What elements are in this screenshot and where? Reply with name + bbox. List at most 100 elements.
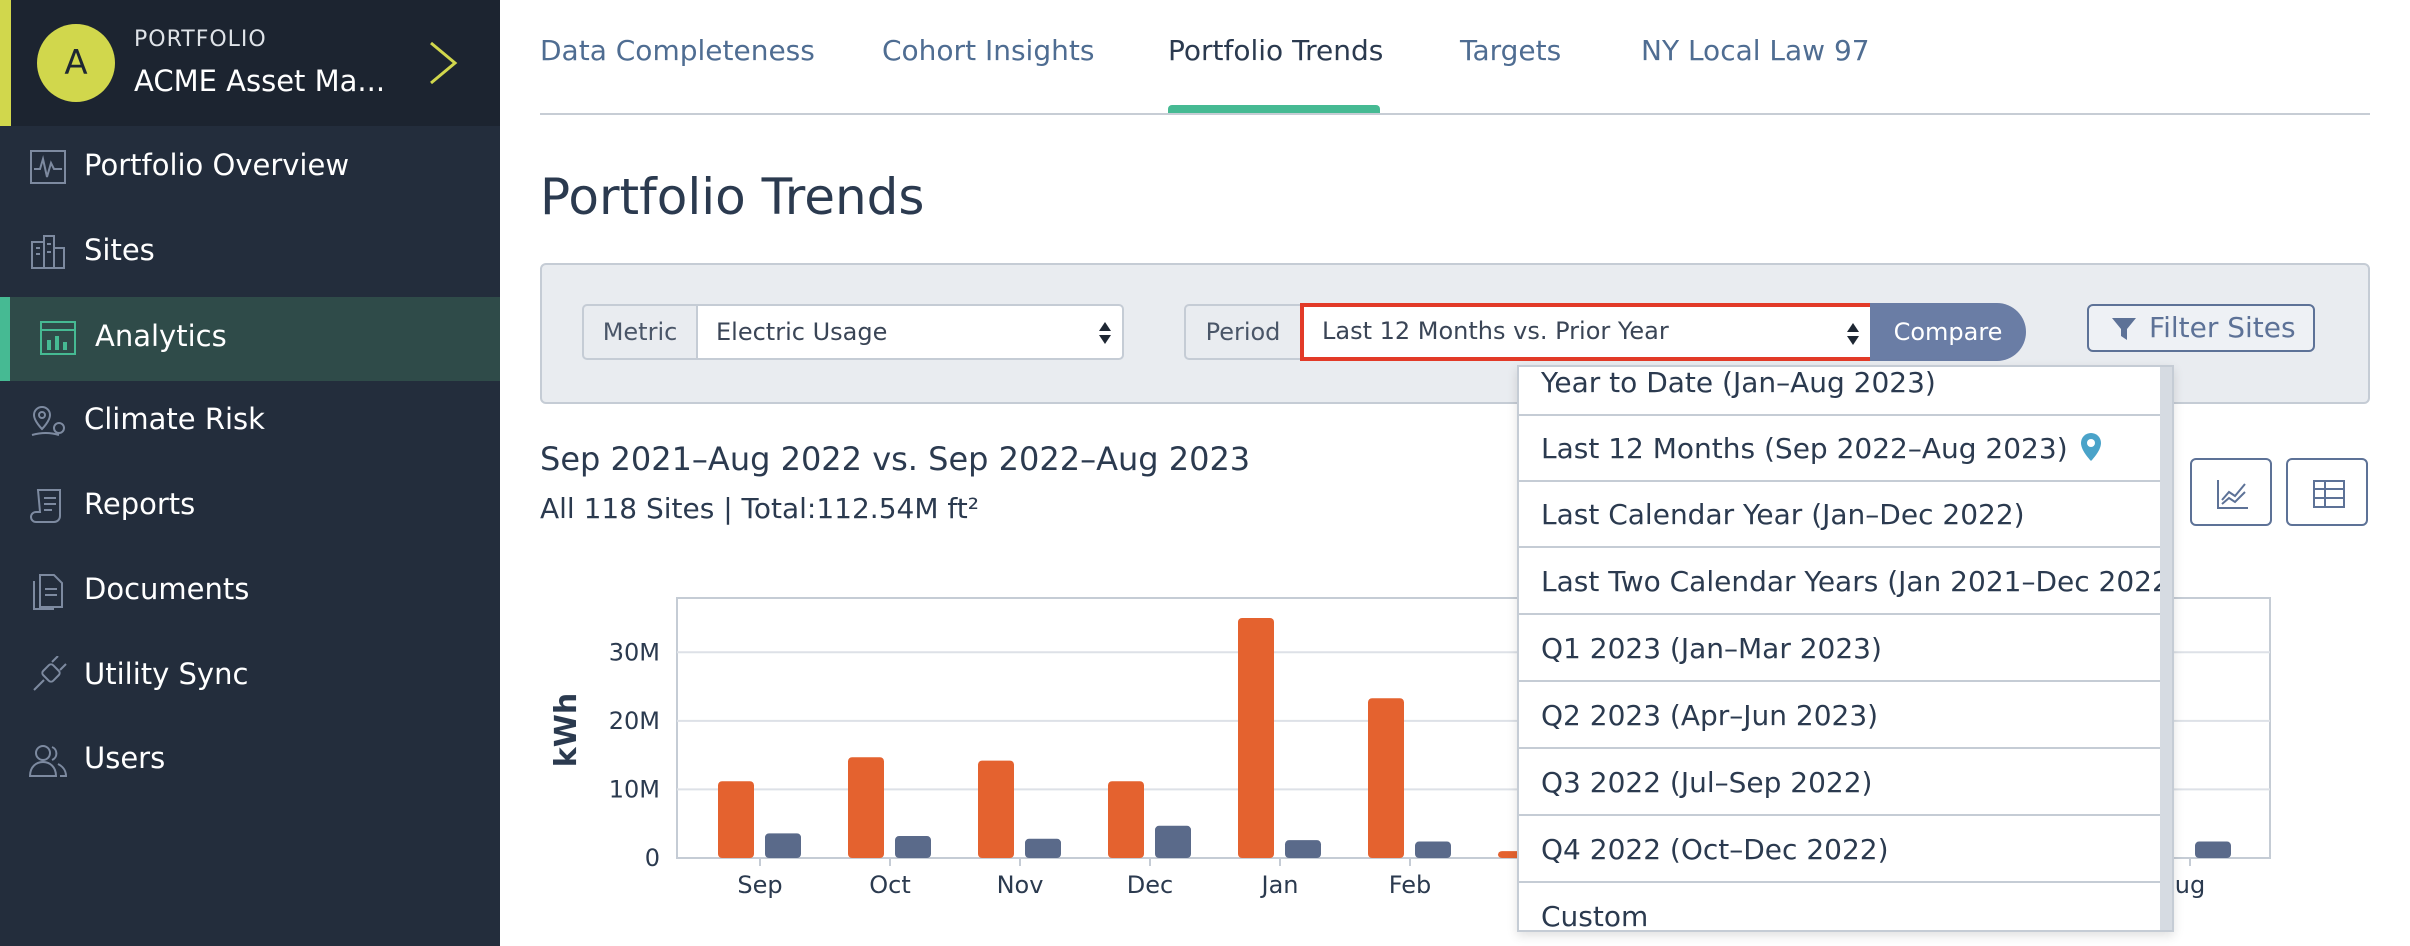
bar-feb-series-1 (1368, 698, 1404, 858)
sidebar-item-analytics[interactable]: Analytics (0, 297, 500, 381)
bar-oct-series-2 (895, 836, 931, 858)
period-select-value: Last 12 Months vs. Prior Year (1322, 317, 1669, 345)
bar-jan-series-2 (1285, 840, 1321, 858)
period-option-label: Q2 2023 (Apr–Jun 2023) (1541, 699, 1879, 732)
table-icon (2313, 480, 2345, 508)
period-label: Period (1184, 304, 1302, 360)
sidebar-item-users[interactable]: Users (0, 719, 500, 803)
tabs-divider (540, 113, 2370, 115)
period-option-year-to-date[interactable]: Year to Date (Jan–Aug 2023) (1519, 366, 2164, 416)
period-option-q2-2023[interactable]: Q2 2023 (Apr–Jun 2023) (1519, 683, 2164, 749)
sidebar-item-label: Reports (84, 487, 196, 521)
sidebar-item-label: Sites (84, 233, 155, 267)
report-scroll-icon (30, 489, 61, 523)
chart-title: Sep 2021–Aug 2022 vs. Sep 2022–Aug 2023 (540, 440, 1251, 478)
period-option-label: Year to Date (Jan–Aug 2023) (1541, 366, 1936, 399)
period-option-text: Last 12 Months (Sep 2022–Aug 2023) (1541, 432, 2068, 465)
active-indicator (0, 297, 10, 381)
tab-data-completeness[interactable]: Data Completeness (540, 34, 815, 67)
period-option-label: Q4 2022 (Oct–Dec 2022) (1541, 833, 1889, 866)
sidebar-item-label: Analytics (95, 319, 227, 353)
period-option-label: Custom (1541, 900, 1649, 932)
bar-sep-series-1 (718, 781, 754, 858)
bar-dec-series-1 (1108, 781, 1144, 858)
analytics-chart-icon (40, 321, 76, 355)
period-select[interactable]: Last 12 Months vs. Prior Year (1300, 303, 1874, 361)
documents-icon (33, 574, 63, 610)
tab-cohort-insights[interactable]: Cohort Insights (882, 34, 1094, 67)
tab-targets[interactable]: Targets (1460, 34, 1561, 67)
period-option-label: Q1 2023 (Jan–Mar 2023) (1541, 632, 1882, 665)
location-pin-icon (2080, 433, 2101, 461)
period-option-last-two-calendar-years[interactable]: Last Two Calendar Years (Jan 2021–Dec 20… (1519, 549, 2172, 615)
sidebar-item-portfolio-overview[interactable]: Portfolio Overview (0, 126, 500, 210)
y-tick-label: 0 (645, 844, 660, 872)
active-tab-indicator (1168, 105, 1380, 113)
sidebar-item-climate-risk[interactable]: Climate Risk (0, 380, 500, 464)
updown-arrows-icon (1847, 323, 1859, 345)
period-option-last-calendar-year[interactable]: Last Calendar Year (Jan–Dec 2022) (1519, 482, 2164, 548)
filter-sites-button[interactable]: Filter Sites (2087, 304, 2315, 352)
bar-sep-series-2 (765, 833, 801, 858)
sidebar-item-label: Climate Risk (84, 402, 265, 436)
sidebar-item-utility-sync[interactable]: Utility Sync (0, 635, 500, 719)
sidebar-item-documents[interactable]: Documents (0, 550, 500, 634)
y-tick-label: 20M (609, 707, 660, 735)
sidebar-item-reports[interactable]: Reports (0, 465, 500, 549)
chart-view-button[interactable] (2190, 458, 2272, 526)
period-option-q4-2022[interactable]: Q4 2022 (Oct–Dec 2022) (1519, 817, 2164, 883)
metric-select-value: Electric Usage (716, 318, 888, 346)
period-option-label: Q3 2022 (Jul–Sep 2022) (1541, 766, 1873, 799)
sidebar-item-sites[interactable]: Sites (0, 211, 500, 295)
page-title: Portfolio Trends (540, 168, 925, 226)
avatar: A (37, 24, 115, 102)
map-pin-icon (31, 405, 65, 436)
compare-button[interactable]: Compare (1870, 303, 2026, 361)
period-option-last-12-months[interactable]: Last 12 Months (Sep 2022–Aug 2023) (1519, 416, 2164, 482)
sidebar-item-label: Users (84, 741, 166, 775)
line-chart-icon (2217, 480, 2248, 509)
period-dropdown-menu[interactable]: Year to Date (Jan–Aug 2023) Last 12 Mont… (1517, 365, 2174, 932)
x-tick-label: ug (2175, 871, 2205, 899)
period-option-label: Last Two Calendar Years (Jan 2021–Dec 20… (1541, 565, 2174, 598)
period-option-label: Last Calendar Year (Jan–Dec 2022) (1541, 498, 2025, 531)
dropdown-scrollbar[interactable] (2160, 367, 2172, 930)
chevron-right-icon[interactable] (425, 40, 461, 86)
filter-sites-label: Filter Sites (2149, 311, 2296, 344)
x-tick-label: Dec (1127, 871, 1173, 899)
sidebar: A PORTFOLIO ACME Asset Ma... Portfolio O… (0, 0, 500, 946)
activity-chart-icon (30, 150, 66, 184)
updown-arrows-icon (1099, 322, 1111, 344)
plug-icon (33, 656, 67, 691)
bar-oct-series-1 (848, 757, 884, 858)
tab-portfolio-trends[interactable]: Portfolio Trends (1168, 34, 1383, 67)
x-tick-label: Sep (737, 871, 782, 899)
buildings-icon (31, 235, 65, 269)
chart-subtitle: All 118 Sites | Total:112.54M ft² (540, 492, 979, 525)
portfolio-name: ACME Asset Ma... (134, 64, 386, 98)
sidebar-item-label: Portfolio Overview (84, 148, 350, 182)
period-option-label: Last 12 Months (Sep 2022–Aug 2023) (1541, 416, 2102, 482)
period-option-q1-2023[interactable]: Q1 2023 (Jan–Mar 2023) (1519, 616, 2164, 682)
y-axis-label: kWh (549, 693, 584, 767)
period-option-q3-2022[interactable]: Q3 2022 (Jul–Sep 2022) (1519, 750, 2164, 816)
period-option-custom[interactable]: Custom (1519, 884, 2164, 932)
filter-icon (2112, 318, 2136, 340)
metric-label: Metric (582, 304, 698, 360)
bar-dec-series-2 (1155, 825, 1191, 858)
bar-aug-series-2 (2195, 841, 2231, 858)
table-view-button[interactable] (2286, 458, 2368, 526)
portfolio-caption: PORTFOLIO (134, 27, 267, 52)
y-tick-label: 30M (609, 638, 660, 666)
portfolio-accent-bar (0, 0, 11, 126)
sidebar-item-label: Utility Sync (84, 657, 249, 691)
bar-feb-series-2 (1415, 841, 1451, 858)
metric-select[interactable]: Electric Usage (696, 304, 1124, 360)
portfolio-switcher[interactable]: A PORTFOLIO ACME Asset Ma... (0, 0, 500, 126)
bar-nov-series-2 (1025, 838, 1061, 858)
x-tick-label: Feb (1389, 871, 1432, 899)
bar-nov-series-1 (978, 760, 1014, 858)
x-tick-label: Jan (1260, 871, 1299, 899)
tab-ny-local-law-97[interactable]: NY Local Law 97 (1641, 34, 1870, 67)
sidebar-item-label: Documents (84, 572, 250, 606)
